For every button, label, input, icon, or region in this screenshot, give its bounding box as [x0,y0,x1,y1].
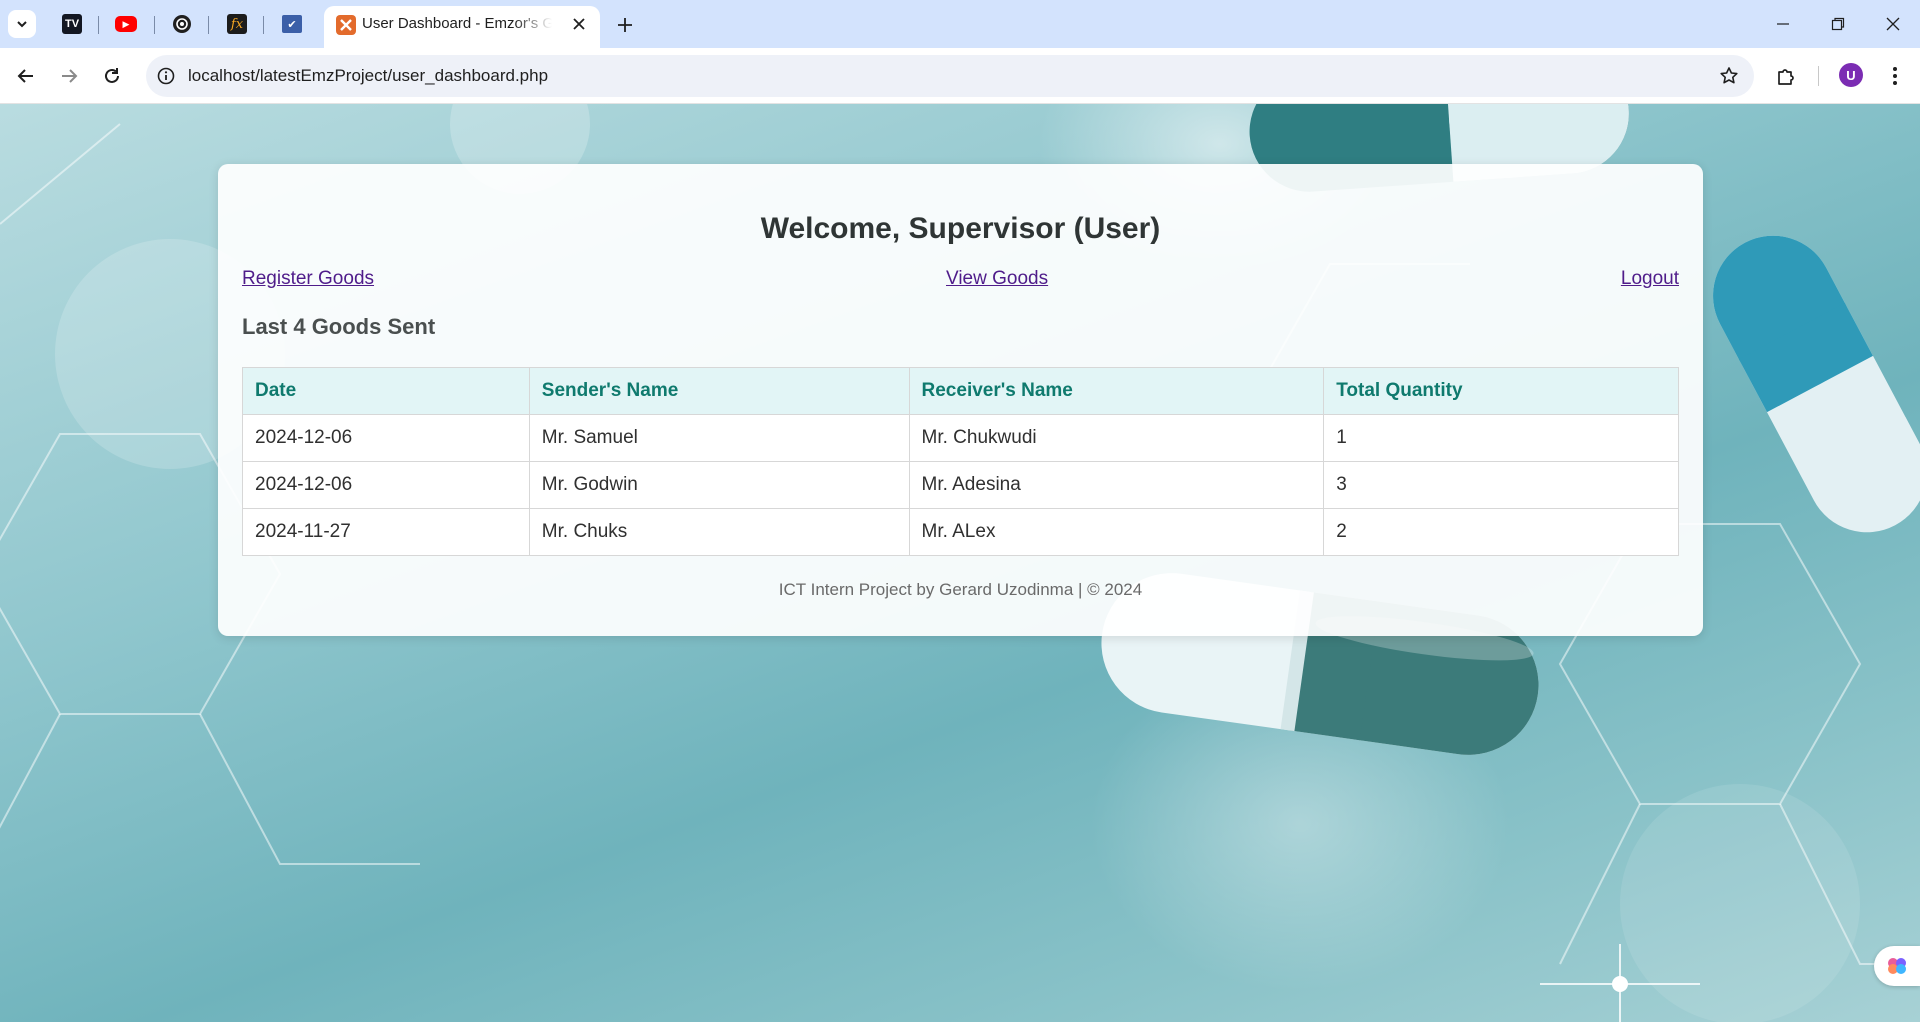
column-header-quantity: Total Quantity [1323,367,1679,415]
kebab-menu-icon [1893,67,1897,85]
new-tab-button[interactable] [612,12,638,38]
plus-icon [618,18,632,32]
close-icon [1886,17,1900,31]
youtube-icon: ▶ [115,16,137,32]
cell-quantity: 2 [1323,508,1679,556]
restore-icon [1831,17,1845,31]
cell-date: 2024-11-27 [242,508,530,556]
toolbar-divider [1818,66,1819,86]
browser-toolbar: localhost/latestEmzProject/user_dashboar… [0,48,1920,104]
tab-separator [154,16,155,34]
table-row: 2024-12-06 Mr. Godwin Mr. Adesina 3 [242,461,1679,509]
openai-icon [173,15,191,33]
puzzle-icon [1778,69,1794,85]
tab-search-button[interactable] [8,10,36,38]
tradingview-tab[interactable]: TV [60,12,84,36]
xampp-favicon-icon [336,15,356,35]
site-tab[interactable]: ✔ [280,12,304,36]
cell-sender: Mr. Chuks [528,508,910,556]
page-title: Welcome, Supervisor (User) [760,212,1161,245]
column-header-date: Date [242,367,530,415]
reload-icon [105,68,119,83]
restore-button[interactable] [1818,8,1858,40]
arrow-left-icon [17,69,33,83]
cell-quantity: 3 [1323,461,1679,509]
tab-separator [98,16,99,34]
fx-tab[interactable]: fx [225,12,249,36]
page-footer: ICT Intern Project by Gerard Uzodinma | … [778,580,1143,599]
active-tab[interactable]: User Dashboard - Emzor's Goods [324,6,600,48]
reload-button[interactable] [96,60,128,92]
browser-tab-bar: TV ▶ fx ✔ User Dashboard - Emzor's Goods [0,0,1920,48]
address-bar[interactable]: localhost/latestEmzProject/user_dashboar… [146,55,1754,97]
cell-receiver: Mr. Adesina [908,461,1325,509]
view-goods-link[interactable]: View Goods [946,268,1048,290]
site-info-icon[interactable] [154,64,178,88]
back-button[interactable] [10,60,42,92]
table-row: 2024-11-27 Mr. Chuks Mr. ALex 2 [242,508,1679,556]
extensions-button[interactable] [1770,60,1802,92]
arrow-right-icon [62,69,78,83]
tradingview-icon: TV [62,14,82,34]
floating-extension-button[interactable] [1874,946,1920,986]
logout-link[interactable]: Logout [1621,268,1679,290]
section-title: Last 4 Goods Sent [242,314,436,339]
profile-avatar[interactable]: U [1839,63,1863,87]
minimize-icon [1777,23,1789,25]
tab-close-icon[interactable] [568,13,590,35]
site-icon: ✔ [282,15,302,33]
fx-icon: fx [227,14,247,34]
dashboard-card: Welcome, Supervisor (User) Register Good… [218,164,1703,636]
cell-quantity: 1 [1323,414,1679,462]
url-text[interactable]: localhost/latestEmzProject/user_dashboar… [188,66,548,86]
forward-button[interactable] [53,60,85,92]
column-header-receiver: Receiver's Name [908,367,1325,415]
chevron-down-icon [17,21,27,28]
cell-date: 2024-12-06 [242,414,530,462]
brain-icon [1888,958,1906,974]
cell-sender: Mr. Samuel [528,414,910,462]
cell-date: 2024-12-06 [242,461,530,509]
register-goods-link[interactable]: Register Goods [242,268,374,290]
tab-separator [263,16,264,34]
table-row: 2024-12-06 Mr. Samuel Mr. Chukwudi 1 [242,414,1679,462]
cell-receiver: Mr. Chukwudi [908,414,1325,462]
table-header-row: Date Sender's Name Receiver's Name Total… [242,367,1679,415]
column-header-sender: Sender's Name [528,367,910,415]
bookmark-star-icon[interactable] [1716,63,1742,89]
cell-receiver: Mr. ALex [908,508,1325,556]
chatgpt-tab[interactable] [170,12,194,36]
tab-separator [208,16,209,34]
minimize-button[interactable] [1763,8,1803,40]
goods-table: Date Sender's Name Receiver's Name Total… [242,367,1679,556]
cell-sender: Mr. Godwin [528,461,910,509]
youtube-tab[interactable]: ▶ [114,12,138,36]
page-viewport: Welcome, Supervisor (User) Register Good… [0,104,1920,1022]
tab-title: User Dashboard - Emzor's Goods [362,15,552,32]
menu-button[interactable] [1879,60,1911,92]
close-window-button[interactable] [1873,8,1913,40]
